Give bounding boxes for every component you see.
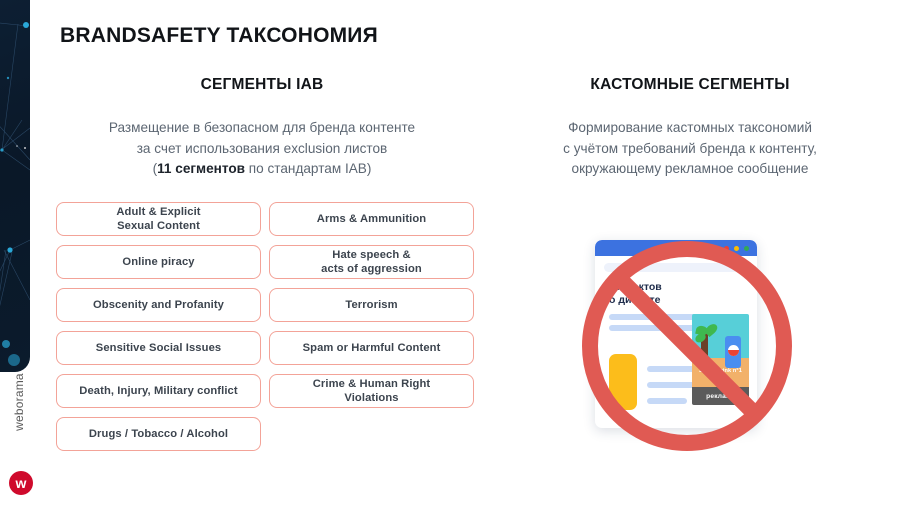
segment-chip[interactable]: Terrorism [269, 287, 474, 322]
custom-segments-column: КАСТОМНЫЕ СЕГМЕНТЫ Формирование кастомны… [500, 76, 880, 180]
iab-desc-line-1: Размещение в безопасном для бренда конте… [108, 120, 416, 135]
custom-desc-line-2: с учётом требований бренда к контенту, [563, 140, 817, 156]
custom-column-description: Формирование кастомных таксономий с учёт… [500, 118, 880, 180]
segment-chip-placeholder [269, 416, 474, 451]
iab-column-heading: СЕГМЕНТЫ IAB [200, 76, 324, 93]
network-pattern-icon [0, 22, 30, 366]
iab-segments-column: СЕГМЕНТЫ IAB Размещение в безопасном для… [56, 76, 474, 451]
decorative-side-panel [0, 0, 30, 372]
blocked-ad-illustration: 10 фактов о диабете Sugar drink n°1 рекл… [565, 228, 810, 473]
prohibition-sign-icon [582, 241, 792, 451]
segment-chip[interactable]: Death, Injury, Military conflict [56, 373, 261, 408]
custom-desc-line-1: Формирование кастомных таксономий [568, 120, 812, 135]
brand-logo: weborama w [4, 373, 38, 497]
segment-chip[interactable]: Adult & Explicit Sexual Content [56, 201, 261, 236]
brand-name: weborama [12, 373, 26, 431]
iab-column-description: Размещение в безопасном для бренда конте… [56, 118, 468, 180]
segment-chip[interactable]: Obscenity and Profanity [56, 287, 261, 322]
segment-chip[interactable]: Hate speech & acts of aggression [269, 244, 474, 279]
iab-desc-line-2: за счет использования exclusion листов [136, 140, 388, 156]
segment-chip[interactable]: Online piracy [56, 244, 261, 279]
page-title: BRANDSAFETY ТАКСОНОМИЯ [60, 24, 378, 47]
segment-chip-grid: Adult & Explicit Sexual Content Online p… [56, 201, 474, 451]
segment-chip[interactable]: Arms & Ammunition [269, 201, 474, 236]
iab-segment-count: 11 сегментов [157, 161, 246, 177]
segment-chip[interactable]: Sensitive Social Issues [56, 330, 261, 365]
iab-desc-line-3-suffix: по стандартам IAB) [245, 161, 372, 177]
custom-desc-line-3: окружающему рекламное сообщение [571, 161, 809, 177]
weborama-mark-icon: w [9, 471, 33, 495]
segment-chip[interactable]: Drugs / Tobacco / Alcohol [56, 416, 261, 451]
segment-chip[interactable]: Spam or Harmful Content [269, 330, 474, 365]
custom-column-heading: КАСТОМНЫЕ СЕГМЕНТЫ [590, 76, 790, 93]
segment-chip[interactable]: Crime & Human Right Violations [269, 373, 474, 408]
